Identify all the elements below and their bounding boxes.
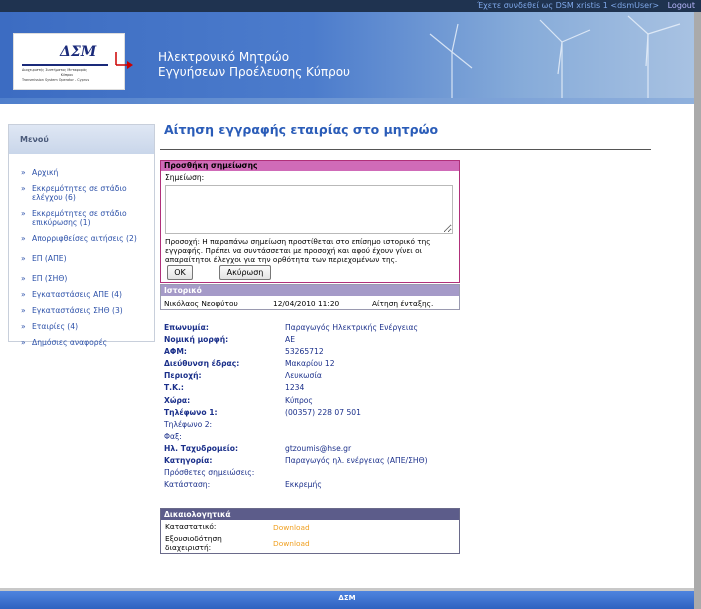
detail-row-email: Ηλ. Ταχυδρομείο: gtzoumis@hse.gr — [164, 443, 352, 453]
dsm-logo[interactable]: ΔΣΜ Διαχειριστής Συστήματος Μεταφοράς Κύ… — [13, 33, 133, 90]
bullet-icon: » — [21, 290, 26, 299]
main-content-area: Μενού » Αρχική » Εκκρεμότητες σε στάδιο ελ… — [0, 104, 694, 588]
bullet-icon: » — [21, 254, 26, 263]
download-authorization-link[interactable]: Download — [273, 539, 310, 548]
logo-underline — [22, 64, 108, 66]
history-panel: Ιστορικό Νικόλαος Νεοφύτου 12/04/2010 11… — [160, 284, 460, 310]
detail-row-country: Χώρα: Κύπρος — [164, 395, 313, 405]
sidebar-item-companies[interactable]: » Εταιρίες (4) — [21, 322, 154, 331]
sidebar-item-public-reports[interactable]: » Δημόσιες αναφορές — [21, 338, 154, 347]
detail-row-postcode: Τ.Κ.: 1234 — [164, 383, 305, 393]
doc-label-authorization: Εξουσιοδότηση διαχειριστή: — [165, 534, 222, 552]
documents-panel: Δικαιολογητικά Καταστατικό: Download Εξο… — [160, 508, 460, 554]
sidebar-item-go-res[interactable]: » ΕΠ (ΑΠΕ) — [21, 254, 154, 263]
detail-row-legal-form: Νομική μορφή: ΑΕ — [164, 335, 295, 345]
detail-row-fax: Φαξ: — [164, 431, 182, 441]
detail-row-phone1: Τηλέφωνο 1: (00357) 228 07 501 — [164, 407, 361, 417]
history-user: Νικόλαος Νεοφύτου — [164, 299, 238, 308]
documents-header: Δικαιολογητικά — [161, 509, 459, 520]
download-statute-link[interactable]: Download — [273, 523, 310, 532]
title-divider — [160, 149, 651, 150]
bullet-icon: » — [21, 274, 26, 283]
sidebar-item-chp-installations[interactable]: » Εγκαταστάσεις ΣΗΘ (3) — [21, 306, 154, 315]
sidebar-item-pending-check[interactable]: » Εκκρεμότητες σε στάδιο ελέγχου (6) — [21, 184, 154, 202]
logo-text: ΔΣΜ — [60, 44, 97, 60]
doc-label-statute: Καταστατικό: — [165, 522, 217, 531]
add-note-panel: Προσθήκη σημείωσης Σημείωση: Προσοχή: Η … — [160, 160, 460, 283]
bullet-icon: » — [21, 184, 26, 193]
logo-subtitle: Διαχειριστής Συστήματος Μεταφοράς Κύπρου… — [22, 68, 90, 82]
sidebar-item-go-chp[interactable]: » ΕΠ (ΣΗΘ) — [21, 274, 154, 283]
sidebar-item-res-installations[interactable]: » Εγκαταστάσεις ΑΠΕ (4) — [21, 290, 154, 299]
site-title: Ηλεκτρονικό Μητρώο Εγγυήσεων Προέλευσης … — [158, 50, 350, 79]
detail-row-notes: Πρόσθετες σημειώσεις: — [164, 468, 255, 478]
detail-row-vat: ΑΦΜ: 53265712 — [164, 347, 324, 357]
sidebar-item-pending-validation[interactable]: » Εκκρεμότητες σε στάδιο επικύρωσης (1) — [21, 209, 154, 227]
sidebar-menu: Μενού » Αρχική » Εκκρεμότητες σε στάδιο ελ… — [8, 124, 155, 347]
note-label: Σημείωση: — [165, 173, 205, 182]
bullet-icon: » — [21, 209, 26, 218]
note-textarea[interactable] — [165, 185, 453, 234]
sidebar-item-rejected[interactable]: » Απορριφθείσες αιτήσεις (2) — [21, 234, 154, 243]
menu-list: » Αρχική » Εκκρεμότητες σε στάδιο ελέγχου … — [9, 154, 154, 347]
bullet-icon: » — [21, 306, 26, 315]
sidebar-item-home[interactable]: » Αρχική — [21, 168, 154, 177]
ok-button[interactable]: OK — [167, 265, 193, 280]
history-datetime: 12/04/2010 11:20 — [273, 299, 340, 308]
bullet-icon: » — [21, 322, 26, 331]
add-note-header: Προσθήκη σημείωσης — [161, 161, 459, 171]
cancel-button[interactable]: Ακύρωση — [219, 265, 271, 280]
detail-row-name: Επωνυμία: Παραγωγός Ηλεκτρικής Ενέργειας — [164, 323, 418, 332]
bullet-icon: » — [21, 168, 26, 177]
logout-link[interactable]: Logout — [668, 1, 695, 10]
logo-arrow-icon — [115, 52, 133, 69]
detail-row-category: Κατηγορία: Παραγωγός ηλ. ενέργειας (ΑΠΕ/Σ… — [164, 456, 428, 466]
header-banner: ΔΣΜ Διαχειριστής Συστήματος Μεταφοράς Κύ… — [0, 12, 694, 104]
page-title: Αίτηση εγγραφής εταιρίας στο μητρώο — [164, 122, 439, 137]
page-gutter — [694, 12, 701, 609]
detail-row-area: Περιοχή: Λευκωσία — [164, 371, 322, 381]
detail-row-status: Κατάσταση: Εκκρεμής — [164, 480, 322, 490]
history-action: Αίτηση ένταξης. — [372, 299, 434, 308]
bullet-icon: » — [21, 234, 26, 243]
footer: ΔΣΜ — [0, 591, 694, 609]
menu-header: Μενού — [9, 125, 154, 154]
detail-row-phone2: Τηλέφωνο 2: — [164, 419, 213, 429]
login-status-text: Έχετε συνδεθεί ως DSM xristis 1 <dsmUser… — [477, 1, 660, 10]
history-header: Ιστορικό — [161, 285, 459, 296]
note-warning-text: Προσοχή: Η παραπάνω σημείωση προστίθεται… — [165, 237, 431, 264]
wind-turbines-graphic — [429, 15, 681, 104]
company-details: Επωνυμία: Παραγωγός Ηλεκτρικής Ενέργειας … — [164, 322, 484, 491]
detail-row-address: Διεύθυνση έδρας: Μακαρίου 12 — [164, 359, 335, 369]
bullet-icon: » — [21, 338, 26, 347]
top-user-bar: Έχετε συνδεθεί ως DSM xristis 1 <dsmUser… — [0, 0, 701, 12]
